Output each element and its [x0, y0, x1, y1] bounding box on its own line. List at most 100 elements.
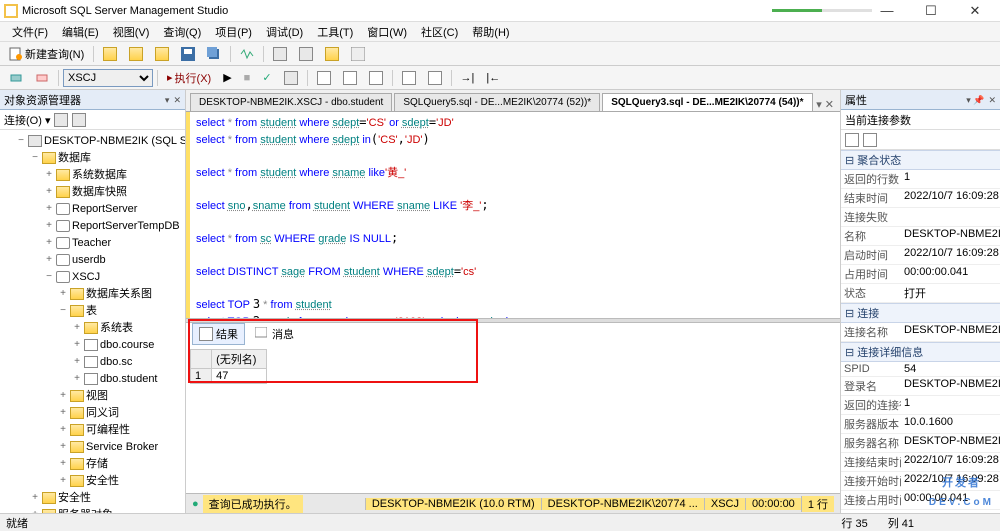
panel-close-icon[interactable]: ✕ [988, 95, 996, 105]
database-selector[interactable]: XSCJ [63, 69, 153, 87]
property-row[interactable]: 连接名称DESKTOP-NBME2IK [841, 323, 1000, 342]
menu-item[interactable]: 帮助(H) [466, 22, 515, 42]
object-explorer-toolbar: 连接(O) ▾ [0, 110, 185, 130]
change-connection-button[interactable] [30, 69, 54, 87]
open-button[interactable] [98, 45, 122, 63]
column-header[interactable]: (无列名) [212, 350, 267, 369]
status-rows: 1 行 [801, 496, 834, 512]
save-button[interactable] [176, 45, 200, 63]
property-row[interactable]: 服务器名称DESKTOP-NBME2IK [841, 434, 1000, 453]
menu-item[interactable]: 工具(T) [311, 22, 359, 42]
property-row[interactable]: 返回的行数1 [841, 170, 1000, 189]
properties-grid[interactable]: ⊟ 聚合状态返回的行数1结束时间2022/10/7 16:09:28连接失败名称… [841, 150, 1000, 513]
uncomment-button[interactable] [423, 69, 447, 87]
connect-button[interactable] [4, 69, 28, 87]
results-text-button[interactable] [312, 69, 336, 87]
title-bar: Microsoft SQL Server Management Studio —… [0, 0, 1000, 22]
document-tab[interactable]: SQLQuery5.sql - DE...ME2IK\20774 (52))* [394, 93, 600, 111]
new-query-button[interactable]: 新建查询(N) [4, 44, 89, 64]
property-row[interactable]: 连接结束时间2022/10/7 16:09:28 [841, 453, 1000, 472]
property-row[interactable]: 连接占用时间00:00:00.041 [841, 491, 1000, 510]
parse-button[interactable]: ✓ [257, 69, 276, 86]
connect-dropdown[interactable]: 连接(O) ▾ [4, 112, 50, 128]
property-row[interactable]: 连接开始时间2022/10/7 16:09:28 [841, 472, 1000, 491]
properties-button[interactable] [346, 45, 370, 63]
document-tab[interactable]: DESKTOP-NBME2IK.XSCJ - dbo.student [190, 93, 392, 111]
status-col: 列 41 [888, 515, 914, 531]
maximize-button[interactable]: ☐ [916, 3, 946, 19]
property-row[interactable]: 结束时间2022/10/7 16:09:28 [841, 189, 1000, 208]
panel-pin-icon[interactable]: ▾ 📌 [966, 95, 984, 105]
template-button[interactable] [320, 45, 344, 63]
filter-icon[interactable] [72, 113, 86, 127]
property-category[interactable]: ⊟ 聚合状态 [841, 150, 1000, 170]
property-row[interactable]: 状态打开 [841, 284, 1000, 303]
status-user: DESKTOP-NBME2IK\20774 ... [541, 498, 704, 510]
main-statusbar: 就绪 行 35 列 41 [0, 513, 1000, 531]
save-all-button[interactable] [202, 45, 226, 63]
query-statusbar: ● 查询已成功执行。 DESKTOP-NBME2IK (10.0 RTM) DE… [186, 493, 840, 513]
object-explorer-button[interactable] [294, 45, 318, 63]
alpha-icon[interactable] [863, 133, 877, 147]
property-row[interactable]: 启动时间2022/10/7 16:09:28 [841, 246, 1000, 265]
property-row[interactable]: 返回的连接行数1 [841, 396, 1000, 415]
open-project-button[interactable] [150, 45, 174, 63]
status-server: DESKTOP-NBME2IK (10.0 RTM) [365, 498, 541, 510]
menu-item[interactable]: 查询(Q) [157, 22, 207, 42]
status-line: 行 35 [841, 515, 867, 531]
app-icon [4, 4, 18, 18]
open-file-button[interactable] [124, 45, 148, 63]
property-row[interactable]: SPID54 [841, 362, 1000, 377]
properties-panel: 属性 ▾ 📌✕ 当前连接参数 ⊟ 聚合状态返回的行数1结束时间2022/10/7… [840, 90, 1000, 513]
property-row[interactable]: 占用时间00:00:00.041 [841, 265, 1000, 284]
close-button[interactable]: ✕ [960, 3, 990, 19]
stop-button[interactable]: ■ [239, 70, 256, 86]
success-icon: ● [192, 498, 199, 510]
menu-item[interactable]: 编辑(E) [56, 22, 105, 42]
messages-tab[interactable]: 消息 [249, 324, 300, 344]
results-grid[interactable]: (无列名) 147 [186, 345, 840, 493]
execute-button[interactable]: ▸ 执行(X) [162, 68, 216, 88]
sql-editor[interactable]: select * from student where sdept='CS' o… [186, 112, 840, 318]
property-category[interactable]: ⊟ 连接详细信息 [841, 342, 1000, 362]
object-tree[interactable]: −DESKTOP-NBME2IK (SQL Server 10.0.160 −数… [0, 130, 185, 513]
results-file-button[interactable] [364, 69, 388, 87]
results-panel: 结果 消息 (无列名) 147 [186, 323, 840, 493]
menu-item[interactable]: 项目(P) [209, 22, 258, 42]
property-row[interactable]: 登录名DESKTOP-NBME2IK [841, 377, 1000, 396]
object-explorer-title: 对象资源管理器 ▾✕ [0, 90, 185, 110]
property-row[interactable]: 服务器版本10.0.1600 [841, 415, 1000, 434]
minimize-button[interactable]: — [872, 3, 902, 19]
activity-button[interactable] [235, 45, 259, 63]
comment-button[interactable] [397, 69, 421, 87]
menu-bar: 文件(F)编辑(E)视图(V)查询(Q)项目(P)调试(D)工具(T)窗口(W)… [0, 22, 1000, 42]
menu-item[interactable]: 社区(C) [415, 22, 464, 42]
menu-item[interactable]: 调试(D) [260, 22, 309, 42]
document-tab[interactable]: SQLQuery3.sql - DE...ME2IK\20774 (54))* [602, 93, 812, 111]
registered-servers-button[interactable] [268, 45, 292, 63]
status-elapsed: 00:00:00 [745, 498, 801, 510]
property-row[interactable]: 连接失败 [841, 208, 1000, 227]
panel-close-icon[interactable]: ✕ [173, 95, 181, 105]
results-grid-button[interactable] [338, 69, 362, 87]
property-category[interactable]: ⊟ 连接 [841, 303, 1000, 323]
object-explorer-panel: 对象资源管理器 ▾✕ 连接(O) ▾ −DESKTOP-NBME2IK (SQL… [0, 90, 186, 513]
panel-pin-icon[interactable]: ▾ [165, 95, 170, 105]
categorize-icon[interactable] [845, 133, 859, 147]
result-cell[interactable]: 47 [212, 369, 267, 384]
display-plan-button[interactable] [279, 69, 303, 87]
results-tab[interactable]: 结果 [192, 323, 245, 345]
indent-button[interactable]: →| [456, 70, 480, 86]
menu-item[interactable]: 文件(F) [6, 22, 54, 42]
outdent-button[interactable]: |← [481, 70, 505, 86]
menu-item[interactable]: 窗口(W) [361, 22, 413, 42]
refresh-icon[interactable] [54, 113, 68, 127]
property-row[interactable]: 名称DESKTOP-NBME2IK [841, 227, 1000, 246]
row-header-blank [191, 350, 212, 369]
toolbar-sql: XSCJ ▸ 执行(X) ▶ ■ ✓ →| |← [0, 66, 1000, 90]
row-number[interactable]: 1 [191, 369, 212, 384]
debug-button[interactable]: ▶ [218, 69, 236, 86]
status-ready: 就绪 [6, 515, 28, 531]
tab-overflow-icon[interactable]: ▾ ✕ [816, 98, 840, 111]
menu-item[interactable]: 视图(V) [107, 22, 156, 42]
